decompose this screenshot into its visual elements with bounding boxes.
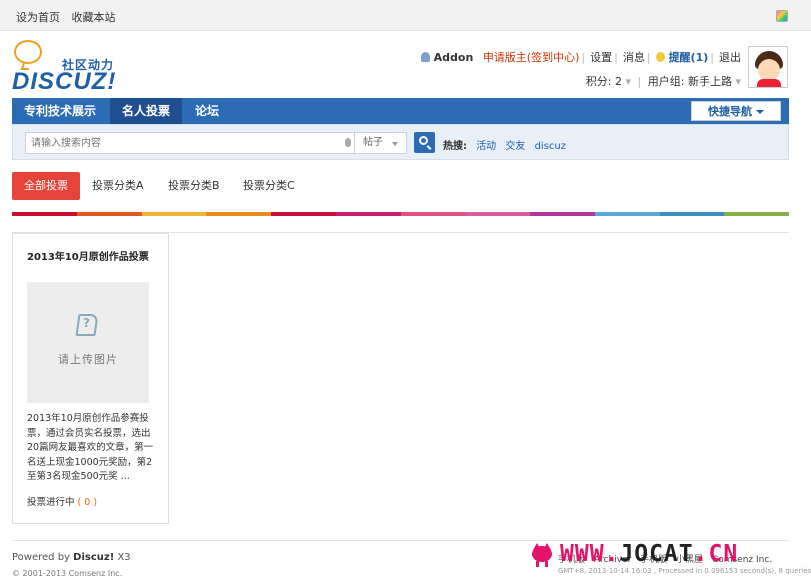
username-link[interactable]: Addon bbox=[434, 51, 474, 64]
avatar[interactable] bbox=[748, 46, 788, 88]
discuz-link[interactable]: Discuz! bbox=[73, 552, 114, 563]
messages-link[interactable]: 消息 bbox=[623, 51, 645, 64]
vote-card-title[interactable]: 2013年10月原创作品投票 bbox=[27, 248, 149, 263]
rainbow-segment bbox=[12, 212, 77, 216]
top-links: 设为首页 收藏本站 bbox=[16, 9, 124, 25]
footer-copyright: © 2001-2013 Comsenz Inc. bbox=[12, 569, 123, 578]
bookmark-link[interactable]: 收藏本站 bbox=[72, 11, 116, 24]
jocat-watermark: WWW.JOCAT.CN bbox=[530, 541, 800, 573]
bulb-icon bbox=[655, 52, 665, 62]
tab-category-b[interactable]: 投票分类B bbox=[168, 172, 220, 200]
tab-category-c[interactable]: 投票分类C bbox=[243, 172, 295, 200]
points-dropdown[interactable]: 积分: 2 bbox=[586, 75, 622, 88]
rainbow-segment bbox=[594, 212, 660, 216]
tab-all-votes[interactable]: 全部投票 bbox=[12, 172, 80, 200]
mic-icon[interactable] bbox=[345, 138, 351, 147]
logo-en-text: DISCUZ! bbox=[12, 68, 117, 95]
rainbow-divider bbox=[12, 212, 789, 216]
reminders-link[interactable]: 提醒(1) bbox=[669, 51, 709, 64]
chevron-down-icon bbox=[756, 110, 764, 114]
rainbow-segment bbox=[76, 212, 142, 216]
apply-moderator-link[interactable]: 申请版主(签到中心) bbox=[483, 51, 580, 64]
user-panel: Addon 申请版主(签到中心) | 设置 | 消息 | 提醒(1) | 退出 积分: 2 ▾ … bbox=[419, 49, 741, 89]
hot-item[interactable]: discuz bbox=[535, 141, 566, 152]
vote-card-description: 2013年10月原创作品参赛投票，通过会员实名投票，选出20篇网友最喜欢的文章，… bbox=[27, 413, 154, 482]
rainbow-segment bbox=[141, 212, 207, 216]
rainbow-segment bbox=[724, 212, 789, 216]
search-type-select[interactable]: 帖子 bbox=[355, 132, 407, 154]
rainbow-segment bbox=[400, 212, 466, 216]
settings-link[interactable]: 设置 bbox=[590, 51, 612, 64]
logo-bubble-icon bbox=[14, 40, 42, 64]
powered-by-text: Powered by bbox=[12, 552, 70, 563]
search-input[interactable] bbox=[25, 132, 355, 154]
site-logo[interactable]: 社区动力 DISCUZ! bbox=[12, 40, 132, 95]
vote-card[interactable]: 2013年10月原创作品投票 ? 请上传图片 2013年10月原创作品参赛投票，… bbox=[12, 233, 169, 524]
usergroup-dropdown[interactable]: 用户组: 新手上路 bbox=[648, 75, 732, 88]
nav-patent[interactable]: 专利技术展示 bbox=[12, 98, 108, 124]
hot-label: 热搜: bbox=[443, 141, 467, 152]
rainbow-segment bbox=[206, 212, 271, 216]
user-icon bbox=[420, 52, 430, 62]
search-bar: 帖子 热搜: 活动 交友 discuz bbox=[12, 124, 789, 160]
watermark-text: WWW.JOCAT.CN bbox=[560, 541, 739, 567]
top-bar: 设为首页 收藏本站 bbox=[0, 0, 811, 31]
vote-card-image-placeholder[interactable]: ? 请上传图片 bbox=[27, 282, 149, 403]
status-label: 投票进行中 bbox=[27, 497, 75, 508]
hot-item[interactable]: 活动 bbox=[476, 141, 496, 152]
nav-forum[interactable]: 论坛 bbox=[183, 98, 231, 124]
rainbow-segment bbox=[465, 212, 530, 216]
search-button[interactable] bbox=[414, 132, 435, 153]
hot-searches: 热搜: 活动 交友 discuz bbox=[443, 137, 572, 152]
rainbow-segment bbox=[335, 212, 401, 216]
footer-powered: Powered by Discuz! X3 bbox=[12, 552, 131, 563]
logout-link[interactable]: 退出 bbox=[719, 51, 741, 64]
vote-card-status: 投票进行中 ( 0 ) bbox=[27, 494, 97, 508]
status-count: ( 0 ) bbox=[77, 497, 98, 508]
quick-nav-button[interactable]: 快捷导航 bbox=[691, 101, 781, 121]
rainbow-segment bbox=[659, 212, 725, 216]
search-icon bbox=[419, 136, 428, 145]
rainbow-segment bbox=[530, 212, 595, 216]
version-text: X3 bbox=[117, 552, 131, 563]
nav-celebrity-vote[interactable]: 名人投票 bbox=[110, 98, 183, 124]
main-nav: 专利技术展示 名人投票 论坛 快捷导航 bbox=[12, 98, 789, 124]
rainbow-segment bbox=[271, 212, 336, 216]
cat-logo-icon bbox=[530, 543, 554, 567]
set-home-link[interactable]: 设为首页 bbox=[16, 11, 60, 24]
style-switch-icon[interactable] bbox=[776, 10, 788, 22]
search-type-label: 帖子 bbox=[363, 137, 383, 148]
quick-nav-label: 快捷导航 bbox=[708, 105, 752, 118]
question-image-icon: ? bbox=[73, 314, 101, 338]
tab-category-a[interactable]: 投票分类A bbox=[92, 172, 144, 200]
hot-item[interactable]: 交友 bbox=[505, 141, 525, 152]
upload-prompt: 请上传图片 bbox=[58, 353, 118, 366]
chevron-down-icon bbox=[392, 142, 398, 146]
